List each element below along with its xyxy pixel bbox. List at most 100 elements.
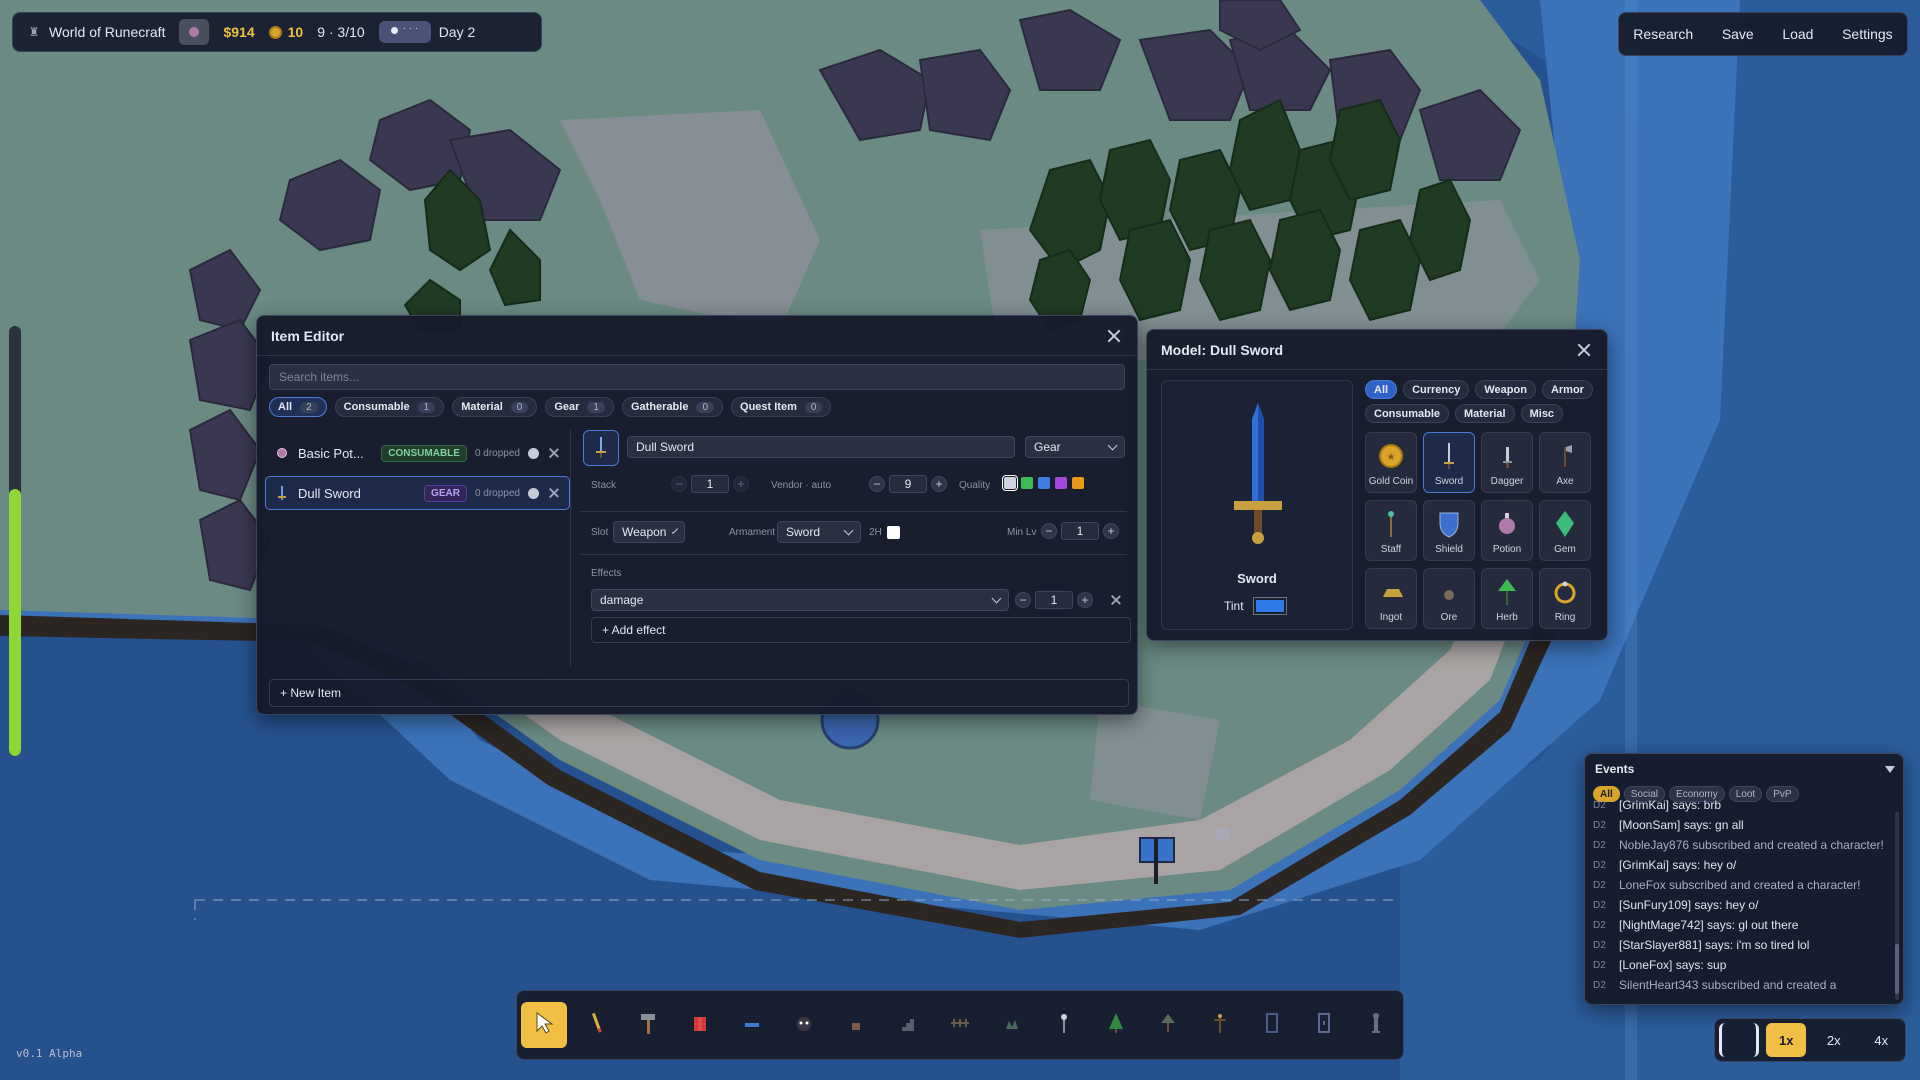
search-input[interactable]: Search items... [269, 364, 1125, 390]
filter-gear[interactable]: Gear 1 [545, 397, 614, 417]
dynamite-tool-button[interactable] [677, 1002, 723, 1048]
top-status-bar: ♜ World of Runecraft $914 10 9 · 3/10 Da… [12, 12, 542, 52]
remove-effect-icon[interactable] [1109, 593, 1123, 607]
model-category-tab[interactable]: Weapon [1475, 380, 1536, 399]
model-tile-gold-coin[interactable]: ★ Gold Coin [1365, 432, 1417, 493]
research-button[interactable]: Research [1627, 22, 1699, 46]
model-category-tab[interactable]: Misc [1520, 404, 1564, 423]
hammer-tool-button[interactable] [625, 1002, 671, 1048]
potion-chip[interactable] [179, 19, 210, 45]
pencil-tool-button[interactable] [573, 1002, 619, 1048]
new-item-button[interactable]: + New Item [269, 679, 1129, 707]
item-sword-icon[interactable] [583, 430, 619, 466]
model-tile-axe[interactable]: Axe [1539, 432, 1591, 493]
filter-quest-item[interactable]: Quest Item 0 [731, 397, 832, 417]
item-category-select[interactable]: Gear [1025, 436, 1125, 458]
torch-tool-button[interactable] [1041, 1002, 1087, 1048]
model-category-tab[interactable]: Consumable [1365, 404, 1450, 423]
decrement-button[interactable]: − [671, 476, 687, 492]
drop-toggle[interactable] [528, 447, 539, 459]
statue-tool-button[interactable] [1353, 1002, 1399, 1048]
close-icon[interactable] [1105, 327, 1123, 345]
collapse-triangle-icon[interactable] [1885, 765, 1895, 773]
min-level-value[interactable]: 1 [1061, 522, 1099, 540]
model-tile-ore[interactable]: Ore [1423, 568, 1475, 629]
delete-item-icon[interactable] [547, 486, 561, 500]
filter-material[interactable]: Material 0 [452, 397, 538, 417]
save-button[interactable]: Save [1716, 22, 1760, 46]
speed-4x-button[interactable]: 4x [1861, 1023, 1901, 1057]
effect-amount-stepper[interactable]: − 1 + [1015, 591, 1093, 609]
model-tile-ingot[interactable]: Ingot [1365, 568, 1417, 629]
quality-swatch[interactable] [1020, 476, 1034, 490]
model-tile-potion[interactable]: Potion [1481, 500, 1533, 561]
stack-value[interactable]: 1 [691, 475, 729, 493]
decrement-button[interactable]: − [1015, 592, 1031, 608]
model-category-tab[interactable]: Currency [1403, 380, 1470, 399]
list-item[interactable]: Basic Pot... CONSUMABLE 0 dropped [265, 436, 570, 470]
select-tool-button[interactable] [521, 1002, 567, 1048]
door-tool-button[interactable] [1249, 1002, 1295, 1048]
sword-icon [274, 485, 290, 501]
settings-button[interactable]: Settings [1836, 22, 1899, 46]
event-scrollbar[interactable] [1895, 812, 1899, 1000]
quality-swatch[interactable] [1054, 476, 1068, 490]
armament-select[interactable]: Sword [777, 521, 861, 543]
model-tile-dagger[interactable]: Dagger [1481, 432, 1533, 493]
model-tile-herb[interactable]: Herb [1481, 568, 1533, 629]
twohand-checkbox[interactable] [887, 526, 900, 539]
model-tile-shield[interactable]: Shield [1423, 500, 1475, 561]
model-category-tab[interactable]: Armor [1541, 380, 1593, 399]
effect-amount-value[interactable]: 1 [1035, 591, 1073, 609]
model-tile-ring[interactable]: Ring [1539, 568, 1591, 629]
increment-button[interactable]: + [931, 476, 947, 492]
filter-gatherable[interactable]: Gatherable 0 [621, 397, 724, 417]
slot-select[interactable]: Weapon [613, 521, 685, 543]
filter-consumable[interactable]: Consumable 1 [334, 397, 445, 417]
min-level-stepper[interactable]: − 1 + [1041, 522, 1119, 540]
model-preview[interactable]: Sword Tint [1161, 380, 1353, 630]
speed-1x-button[interactable]: 1x [1766, 1023, 1807, 1057]
model-tile-staff[interactable]: Staff [1365, 500, 1417, 561]
vendor-stepper[interactable]: − 9 + [869, 475, 947, 493]
increment-button[interactable]: + [733, 476, 749, 492]
events-header[interactable]: Events [1585, 754, 1903, 784]
increment-button[interactable]: + [1077, 592, 1093, 608]
decrement-button[interactable]: − [869, 476, 885, 492]
filter-all[interactable]: All 2 [269, 397, 327, 417]
model-tile-gem[interactable]: Gem [1539, 500, 1591, 561]
lock-tool-button[interactable] [833, 1002, 879, 1048]
drop-toggle[interactable] [528, 487, 539, 499]
creature-tool-button[interactable] [781, 1002, 827, 1048]
effect-select[interactable]: damage [591, 589, 1009, 611]
scarecrow-tool-button[interactable] [1197, 1002, 1243, 1048]
tint-color-swatch[interactable] [1252, 597, 1287, 615]
list-item[interactable]: Dull Sword GEAR 0 dropped [265, 476, 570, 510]
quality-swatch[interactable] [1037, 476, 1051, 490]
close-icon[interactable] [1575, 341, 1593, 359]
fence-tool-button[interactable] [937, 1002, 983, 1048]
item-dropped-count: 0 dropped [474, 487, 520, 499]
load-button[interactable]: Load [1776, 22, 1819, 46]
quality-swatch[interactable] [1071, 476, 1085, 490]
stairs-tool-button[interactable] [885, 1002, 931, 1048]
vendor-value[interactable]: 9 [889, 475, 927, 493]
gate-tool-button[interactable] [1301, 1002, 1347, 1048]
quality-swatch[interactable] [1002, 475, 1018, 491]
model-category-tab[interactable]: Material [1455, 404, 1515, 423]
item-name-field[interactable]: Dull Sword [627, 436, 1015, 458]
model-category-tab[interactable]: All [1365, 380, 1398, 399]
model-tile-sword[interactable]: Sword [1423, 432, 1475, 493]
pause-button[interactable] [1718, 1023, 1759, 1057]
wall-tool-button[interactable] [729, 1002, 775, 1048]
speed-2x-button[interactable]: 2x [1814, 1023, 1854, 1057]
add-effect-button[interactable]: + Add effect [591, 617, 1131, 643]
increment-button[interactable]: + [1103, 523, 1119, 539]
delete-item-icon[interactable] [547, 446, 561, 460]
pine-tree-tool-button[interactable] [1093, 1002, 1139, 1048]
decrement-button[interactable]: − [1041, 523, 1057, 539]
stack-stepper[interactable]: − 1 + [671, 475, 749, 493]
grass-tool-button[interactable] [989, 1002, 1035, 1048]
torch-icon [1053, 1011, 1075, 1040]
oak-tree-tool-button[interactable] [1145, 1002, 1191, 1048]
